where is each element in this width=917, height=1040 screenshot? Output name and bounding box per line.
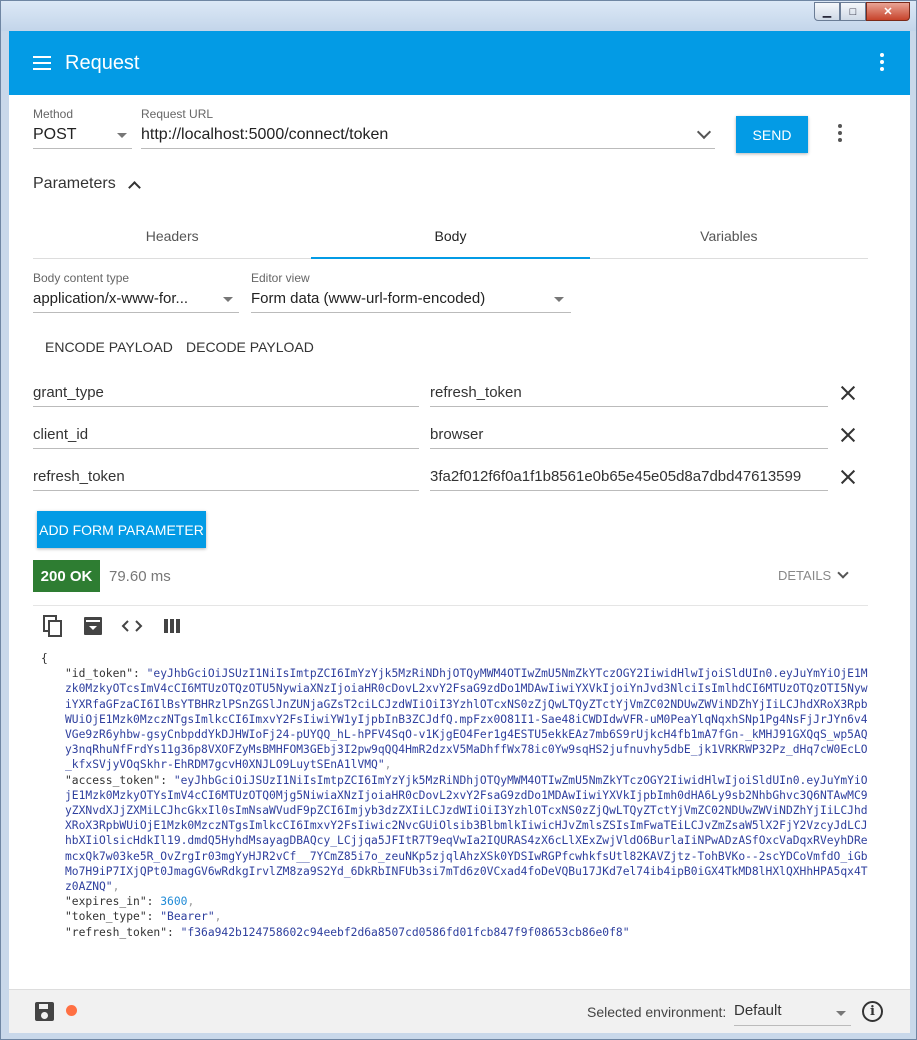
json-open-brace: { — [41, 652, 48, 665]
remove-param-close-icon[interactable] — [840, 427, 856, 443]
json-entry-refresh-token: "refresh_token": "f36a942b124758602c94ee… — [41, 925, 871, 940]
json-comma: , — [187, 895, 195, 909]
parameters-tabs: Headers Body Variables — [33, 214, 868, 259]
save-response-icon[interactable] — [82, 615, 104, 637]
code-view-icon[interactable] — [121, 615, 143, 637]
editor-view-underline — [251, 312, 571, 313]
environment-underline — [734, 1025, 851, 1026]
parameters-toggle[interactable]: Parameters — [33, 175, 141, 194]
json-comma: , — [384, 758, 392, 772]
row-underline — [430, 448, 828, 449]
unsaved-indicator — [66, 1005, 77, 1016]
json-key: "refresh_token": — [65, 925, 181, 939]
json-key: "token_type": — [65, 910, 161, 924]
parameters-label: Parameters — [33, 175, 116, 192]
environment-label: Selected environment: — [587, 1004, 727, 1020]
content-type-underline — [33, 312, 239, 313]
chevron-up-icon — [127, 180, 141, 194]
form-param-value-input[interactable]: 3fa2f012f6f0a1f1b8561e0b65e45e05d8a7dbd4… — [430, 468, 828, 485]
status-bar: Selected environment: Default i — [9, 989, 910, 1033]
json-string-value: "f36a942b124758602c94eebf2d6a8507cd0586f… — [180, 925, 630, 939]
remove-param-close-icon[interactable] — [840, 469, 856, 485]
content-type-select[interactable]: application/x-www-for... — [33, 290, 188, 307]
window-titlebar[interactable]: ▁ □ ✕ — [1, 1, 916, 31]
add-form-parameter-button[interactable]: ADD FORM PARAMETER — [37, 511, 206, 548]
json-string-value: "Bearer" — [160, 910, 215, 924]
method-dropdown-arrow-icon[interactable] — [117, 133, 127, 138]
form-param-name-input[interactable]: grant_type — [33, 384, 419, 401]
url-label: Request URL — [141, 107, 214, 121]
json-entry-id-token: "id_token": "eyJhbGciOiJSUzI1NiIsImtpZCI… — [41, 666, 871, 772]
form-param-value-input[interactable]: refresh_token — [430, 384, 828, 401]
json-string-value: "eyJhbGciOiJSUzI1NiIsImtpZCI6ImYzYjk5MzR… — [65, 667, 868, 772]
chevron-down-icon — [837, 566, 849, 579]
editor-view-label: Editor view — [251, 271, 310, 285]
url-history-chevron-down-icon[interactable] — [696, 124, 712, 140]
json-entry-token-type: "token_type": "Bearer", — [41, 909, 871, 924]
url-underline — [141, 148, 715, 149]
hamburger-menu-icon[interactable] — [33, 56, 51, 70]
form-param-value-input[interactable]: browser — [430, 426, 828, 443]
tab-body[interactable]: Body — [311, 214, 590, 259]
page-title: Request — [65, 51, 140, 74]
json-number-value: 3600 — [160, 895, 188, 909]
form-param-name-input[interactable]: client_id — [33, 426, 419, 443]
columns-view-icon[interactable] — [162, 615, 184, 637]
response-time: 79.60 ms — [109, 568, 171, 585]
json-key: "id_token": — [65, 667, 147, 681]
close-window-button[interactable]: ✕ — [866, 2, 910, 21]
send-button[interactable]: SEND — [736, 116, 808, 153]
editor-view-select[interactable]: Form data (www-url-form-encoded) — [251, 290, 485, 307]
json-string-value: "eyJhbGciOiJSUzI1NiIsImtpZCI6ImYzYjk5MzR… — [65, 773, 868, 894]
response-json: { "id_token": "eyJhbGciOiJSUzI1NiIsImtpZ… — [41, 651, 871, 940]
response-divider — [33, 605, 868, 606]
json-entry-access-token: "access_token": "eyJhbGciOiJSUzI1NiIsImt… — [41, 773, 871, 895]
save-icon[interactable] — [35, 1002, 54, 1021]
environment-select[interactable]: Default — [734, 1002, 782, 1019]
row-underline — [430, 406, 828, 407]
row-underline — [33, 448, 419, 449]
json-key: "access_token": — [65, 773, 174, 787]
json-comma: , — [214, 910, 222, 924]
more-vert-icon[interactable] — [880, 53, 884, 71]
row-underline — [430, 490, 828, 491]
json-comma: , — [112, 880, 120, 894]
method-underline — [33, 148, 132, 149]
json-entry-expires-in: "expires_in": 3600, — [41, 894, 871, 909]
row-underline — [33, 490, 419, 491]
method-label: Method — [33, 107, 74, 121]
form-param-name-input[interactable]: refresh_token — [33, 468, 419, 485]
minimize-button[interactable]: ▁ — [814, 2, 840, 21]
app-window: ▁ □ ✕ Request Method POST Request URL ht… — [0, 0, 917, 1040]
url-input[interactable]: http://localhost:5000/connect/token — [141, 126, 388, 144]
details-label: DETAILS — [778, 568, 832, 583]
tab-headers[interactable]: Headers — [33, 214, 311, 258]
request-panel: Request Method POST Request URL http://l… — [9, 31, 910, 1033]
decode-payload-button[interactable]: DECODE PAYLOAD — [186, 339, 314, 355]
details-toggle[interactable]: DETAILS — [778, 566, 849, 583]
status-badge: 200 OK — [33, 560, 100, 592]
content-type-dropdown-arrow-icon[interactable] — [223, 297, 233, 302]
tab-variables[interactable]: Variables — [590, 214, 868, 258]
row-underline — [33, 406, 419, 407]
maximize-button[interactable]: □ — [840, 2, 866, 21]
method-select[interactable]: POST — [33, 126, 77, 144]
editor-view-dropdown-arrow-icon[interactable] — [554, 297, 564, 302]
request-options-more-vert-icon[interactable] — [838, 124, 842, 142]
json-key: "expires_in": — [65, 895, 161, 909]
app-bar: Request — [9, 31, 910, 95]
info-icon[interactable]: i — [862, 1001, 883, 1022]
encode-payload-button[interactable]: ENCODE PAYLOAD — [45, 339, 173, 355]
environment-dropdown-arrow-icon[interactable] — [836, 1011, 846, 1016]
copy-icon[interactable] — [42, 615, 64, 637]
window-controls: ▁ □ ✕ — [814, 2, 910, 21]
remove-param-close-icon[interactable] — [840, 385, 856, 401]
content-type-label: Body content type — [33, 271, 130, 285]
